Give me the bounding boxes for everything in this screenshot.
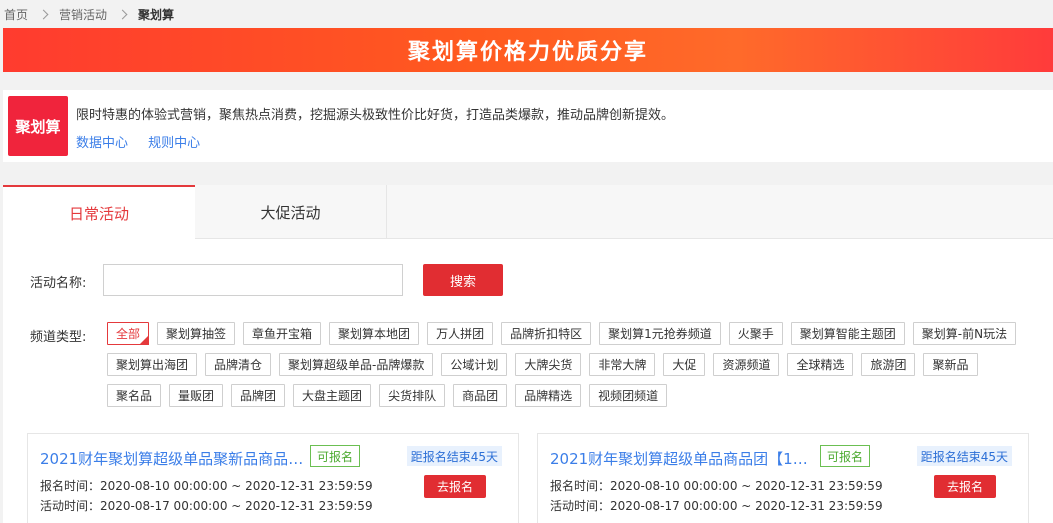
rules-center-link[interactable]: 规则中心	[148, 136, 200, 151]
channel-tag[interactable]: 尖货排队	[379, 384, 446, 407]
channel-tag[interactable]: 聚划算抽签	[157, 322, 236, 345]
search-button[interactable]: 搜索	[423, 264, 503, 296]
channel-tag[interactable]: 聚划算-前N玩法	[912, 322, 1017, 345]
channel-tag[interactable]: 大促	[663, 353, 706, 376]
channel-tag[interactable]: 万人拼团	[427, 322, 494, 345]
signup-button[interactable]: 去报名	[934, 475, 996, 498]
channel-tag[interactable]: 聚划算本地团	[329, 322, 420, 345]
channel-tag[interactable]: 聚划算超级单品-品牌爆款	[279, 353, 434, 376]
channel-tag[interactable]: 聚新品	[923, 353, 978, 376]
activity-panel: 日常活动 大促活动 活动名称: 搜索 频道类型: 全部 聚划算抽签 章鱼开宝箱 …	[3, 185, 1053, 523]
activity-time: 活动时间：2020-08-17 00:00:00 ~ 2020-12-31 23…	[40, 499, 373, 513]
chevron-right-icon	[117, 9, 128, 19]
channel-tag[interactable]: 量贩团	[169, 384, 224, 407]
channel-tag[interactable]: 公域计划	[441, 353, 508, 376]
countdown-badge: 距报名结束45天	[406, 446, 502, 466]
status-badge: 可报名	[820, 445, 871, 467]
intro-section: 聚划算 限时特惠的体验式营销，聚焦热点消费，挖掘源头极致性价比好货，打造品类爆款…	[3, 90, 1053, 162]
channel-tags: 全部 聚划算抽签 章鱼开宝箱 聚划算本地团 万人拼团 品牌折扣特区 聚划算1元抢…	[107, 322, 1027, 415]
channel-tag[interactable]: 大盘主题团	[293, 384, 372, 407]
channel-type-label: 频道类型:	[30, 330, 87, 345]
activity-time: 活动时间：2020-08-17 00:00:00 ~ 2020-12-31 23…	[550, 499, 883, 513]
channel-tag[interactable]: 章鱼开宝箱	[243, 322, 322, 345]
breadcrumb-home[interactable]: 首页	[4, 6, 28, 23]
channel-tag-row: 全部 聚划算抽签 章鱼开宝箱 聚划算本地团 万人拼团 品牌折扣特区 聚划算1元抢…	[107, 322, 1027, 345]
tab-bar: 日常活动 大促活动	[3, 185, 1053, 240]
intro-description: 限时特惠的体验式营销，聚焦热点消费，挖掘源头极致性价比好货，打造品类爆款，推动品…	[76, 108, 675, 123]
data-center-link[interactable]: 数据中心	[76, 136, 128, 151]
signup-time: 报名时间：2020-08-10 00:00:00 ~ 2020-12-31 23…	[550, 479, 883, 493]
channel-tag[interactable]: 非常大牌	[589, 353, 656, 376]
channel-tag-row: 聚划算出海团 品牌清仓 聚划算超级单品-品牌爆款 公域计划 大牌尖货 非常大牌 …	[107, 353, 1027, 376]
channel-tag[interactable]: 聚名品	[107, 384, 162, 407]
status-badge: 可报名	[310, 445, 361, 467]
search-row: 活动名称: 搜索	[3, 264, 1053, 296]
tab-daily-activities[interactable]: 日常活动	[3, 185, 195, 240]
breadcrumb-current: 聚划算	[138, 7, 175, 22]
activity-name-label: 活动名称:	[30, 276, 87, 291]
channel-tag[interactable]: 旅游团	[861, 353, 916, 376]
countdown-badge: 距报名结束45天	[916, 446, 1012, 466]
channel-tag[interactable]: 品牌清仓	[205, 353, 272, 376]
channel-tag-all[interactable]: 全部	[107, 322, 150, 345]
channel-tag[interactable]: 聚划算智能主题团	[790, 322, 905, 345]
activity-card-title[interactable]: 2021财年聚划算超级单品聚新品商品团【11月】	[40, 448, 304, 469]
chevron-right-icon	[38, 9, 49, 19]
channel-tag[interactable]: 聚划算出海团	[107, 353, 198, 376]
channel-tag-row: 聚名品 量贩团 品牌团 大盘主题团 尖货排队 商品团 品牌精选 视频团频道	[107, 384, 1027, 407]
channel-tag[interactable]: 全球精选	[787, 353, 854, 376]
activity-card: 2021财年聚划算超级单品聚新品商品团【11月】 可报名 距报名结束45天 报名…	[27, 433, 519, 523]
promo-banner: 聚划算价格力优质分享	[3, 28, 1053, 72]
channel-tag[interactable]: 资源频道	[713, 353, 780, 376]
juhuasuan-logo: 聚划算	[8, 96, 68, 156]
channel-tag[interactable]: 品牌折扣特区	[501, 322, 592, 345]
channel-tag[interactable]: 品牌精选	[515, 384, 582, 407]
channel-tag[interactable]: 火聚手	[728, 322, 783, 345]
activity-card: 2021财年聚划算超级单品商品团【11月】 可报名 距报名结束45天 报名时间：…	[537, 433, 1029, 523]
channel-tag[interactable]: 聚划算1元抢券频道	[599, 322, 721, 345]
breadcrumb-marketing[interactable]: 营销活动	[59, 6, 107, 23]
signup-time: 报名时间：2020-08-10 00:00:00 ~ 2020-12-31 23…	[40, 479, 373, 493]
tab-promo-activities[interactable]: 大促活动	[195, 185, 387, 239]
intro-links: 数据中心 规则中心	[76, 132, 216, 151]
banner-title: 聚划算价格力优质分享	[407, 40, 648, 65]
activity-name-input[interactable]	[103, 264, 403, 296]
signup-button[interactable]: 去报名	[424, 475, 486, 498]
activity-card-title[interactable]: 2021财年聚划算超级单品商品团【11月】	[550, 448, 814, 469]
channel-tag[interactable]: 商品团	[453, 384, 508, 407]
channel-tag[interactable]: 视频团频道	[589, 384, 668, 407]
channel-tag[interactable]: 品牌团	[231, 384, 286, 407]
channel-tag[interactable]: 大牌尖货	[515, 353, 582, 376]
breadcrumb: 首页 营销活动 聚划算	[0, 0, 1053, 28]
